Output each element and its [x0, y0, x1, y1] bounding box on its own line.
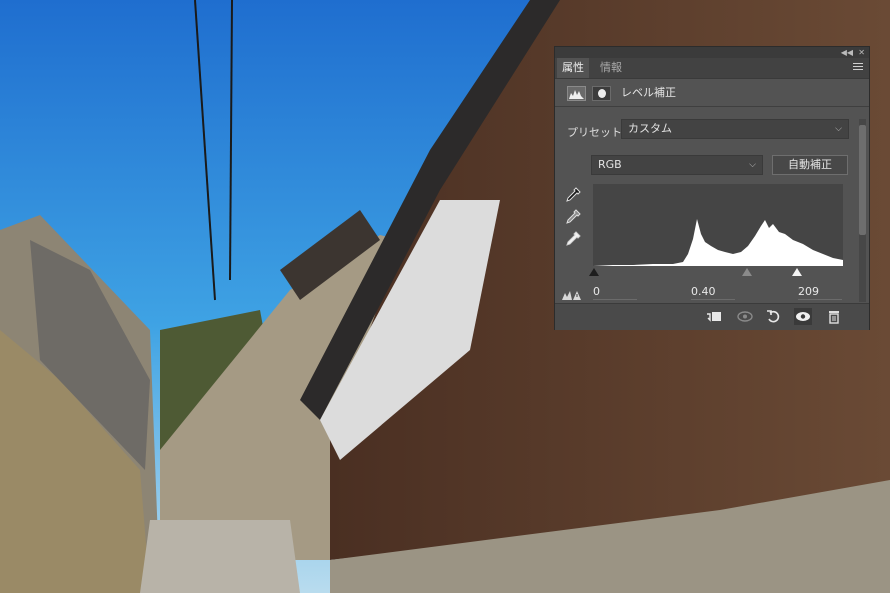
panel-footer — [555, 303, 869, 330]
panel-scrollbar[interactable] — [859, 119, 866, 302]
input-levels-slider — [589, 268, 843, 277]
preset-dropdown[interactable]: カスタム ⌵ — [621, 119, 849, 139]
black-point-eyedropper-icon[interactable] — [565, 187, 581, 203]
clipping-warning-icon[interactable] — [562, 290, 582, 300]
black-point-slider[interactable] — [589, 268, 599, 276]
scrollbar-thumb[interactable] — [859, 125, 866, 235]
gamma-slider[interactable] — [742, 268, 752, 276]
reset-icon[interactable] — [765, 308, 783, 325]
panel-title: レベル補正 — [621, 86, 676, 99]
white-point-slider[interactable] — [792, 268, 802, 276]
adjustment-header: レベル補正 — [555, 79, 869, 107]
panel-title-bar[interactable]: ◀◀ ✕ — [555, 47, 869, 58]
histogram-display — [593, 184, 843, 266]
chevron-down-icon: ⌵ — [749, 160, 756, 170]
close-icon[interactable]: ✕ — [858, 47, 865, 58]
panel-menu-icon[interactable] — [853, 63, 863, 73]
visibility-icon[interactable] — [794, 308, 812, 325]
collapse-panel-icon[interactable]: ◀◀ — [841, 47, 853, 58]
panel-tabs: 属性 情報 — [555, 58, 869, 79]
white-input-value[interactable]: 209 — [798, 285, 842, 300]
channel-value: RGB — [598, 158, 622, 171]
black-input-value[interactable]: 0 — [593, 285, 637, 300]
tab-info[interactable]: 情報 — [595, 58, 627, 78]
view-previous-state-icon[interactable] — [736, 308, 754, 325]
gray-point-eyedropper-icon[interactable] — [565, 209, 581, 225]
delete-icon[interactable] — [825, 308, 843, 325]
auto-button[interactable]: 自動補正 — [772, 155, 848, 175]
chevron-down-icon: ⌵ — [835, 124, 842, 134]
white-point-eyedropper-icon[interactable] — [565, 231, 581, 247]
clip-to-layer-icon[interactable] — [705, 308, 723, 325]
mask-icon[interactable] — [592, 86, 611, 101]
histogram-shape — [593, 219, 843, 266]
preset-value: カスタム — [628, 122, 672, 135]
levels-histogram-icon[interactable] — [567, 86, 586, 101]
channel-dropdown[interactable]: RGB ⌵ — [591, 155, 763, 175]
gamma-input-value[interactable]: 0.40 — [691, 285, 735, 300]
tab-properties[interactable]: 属性 — [557, 58, 589, 78]
properties-panel: ◀◀ ✕ 属性 情報 レベル補正 プリセット： カスタム ⌵ RGB ⌵ 自動補… — [554, 46, 870, 330]
